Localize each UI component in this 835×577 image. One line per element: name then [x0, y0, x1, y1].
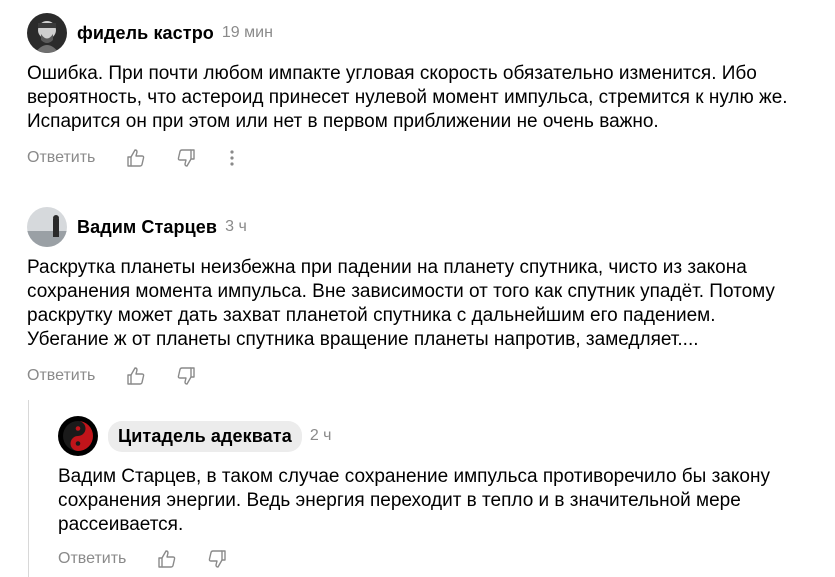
comment-text: Раскрутка планеты неизбежна при падении …	[27, 257, 775, 350]
reply-button[interactable]: Ответить	[58, 550, 126, 568]
author-name[interactable]: фидель кастро	[77, 23, 214, 44]
thread-line	[28, 400, 29, 577]
avatar[interactable]	[58, 416, 98, 456]
reply-button[interactable]: Ответить	[27, 367, 95, 385]
avatar[interactable]	[27, 207, 67, 247]
avatar[interactable]	[27, 13, 67, 53]
comment-time: 3 ч	[225, 218, 247, 235]
comment-time: 19 мин	[221, 24, 273, 41]
thumbs-down-icon[interactable]	[175, 365, 197, 387]
comment-header: Вадим Старцев 3 ч	[27, 207, 247, 247]
author-name[interactable]: Вадим Старцев	[77, 217, 217, 238]
comment-actions: Ответить	[58, 548, 228, 570]
comment-text: Ошибка. При почти любом импакте угловая …	[27, 63, 788, 132]
comment-text: Вадим Старцев, в таком случае сохранение…	[58, 466, 770, 535]
comment-time: 2 ч	[309, 427, 332, 444]
comment-actions: Ответить	[27, 365, 197, 387]
author-name[interactable]: Цитадель адеквата	[108, 420, 302, 452]
thumbs-down-icon[interactable]	[206, 548, 228, 570]
comment-actions: Ответить	[27, 147, 243, 169]
comment-header: Цитадель адеквата 2 ч	[58, 416, 332, 456]
thumbs-up-icon[interactable]	[125, 365, 147, 387]
thumbs-up-icon[interactable]	[125, 147, 147, 169]
thumbs-up-icon[interactable]	[156, 548, 178, 570]
reply-button[interactable]: Ответить	[27, 149, 95, 167]
thumbs-down-icon[interactable]	[175, 147, 197, 169]
more-vertical-icon[interactable]	[221, 147, 243, 169]
comment-header: фидель кастро 19 мин	[27, 13, 273, 53]
